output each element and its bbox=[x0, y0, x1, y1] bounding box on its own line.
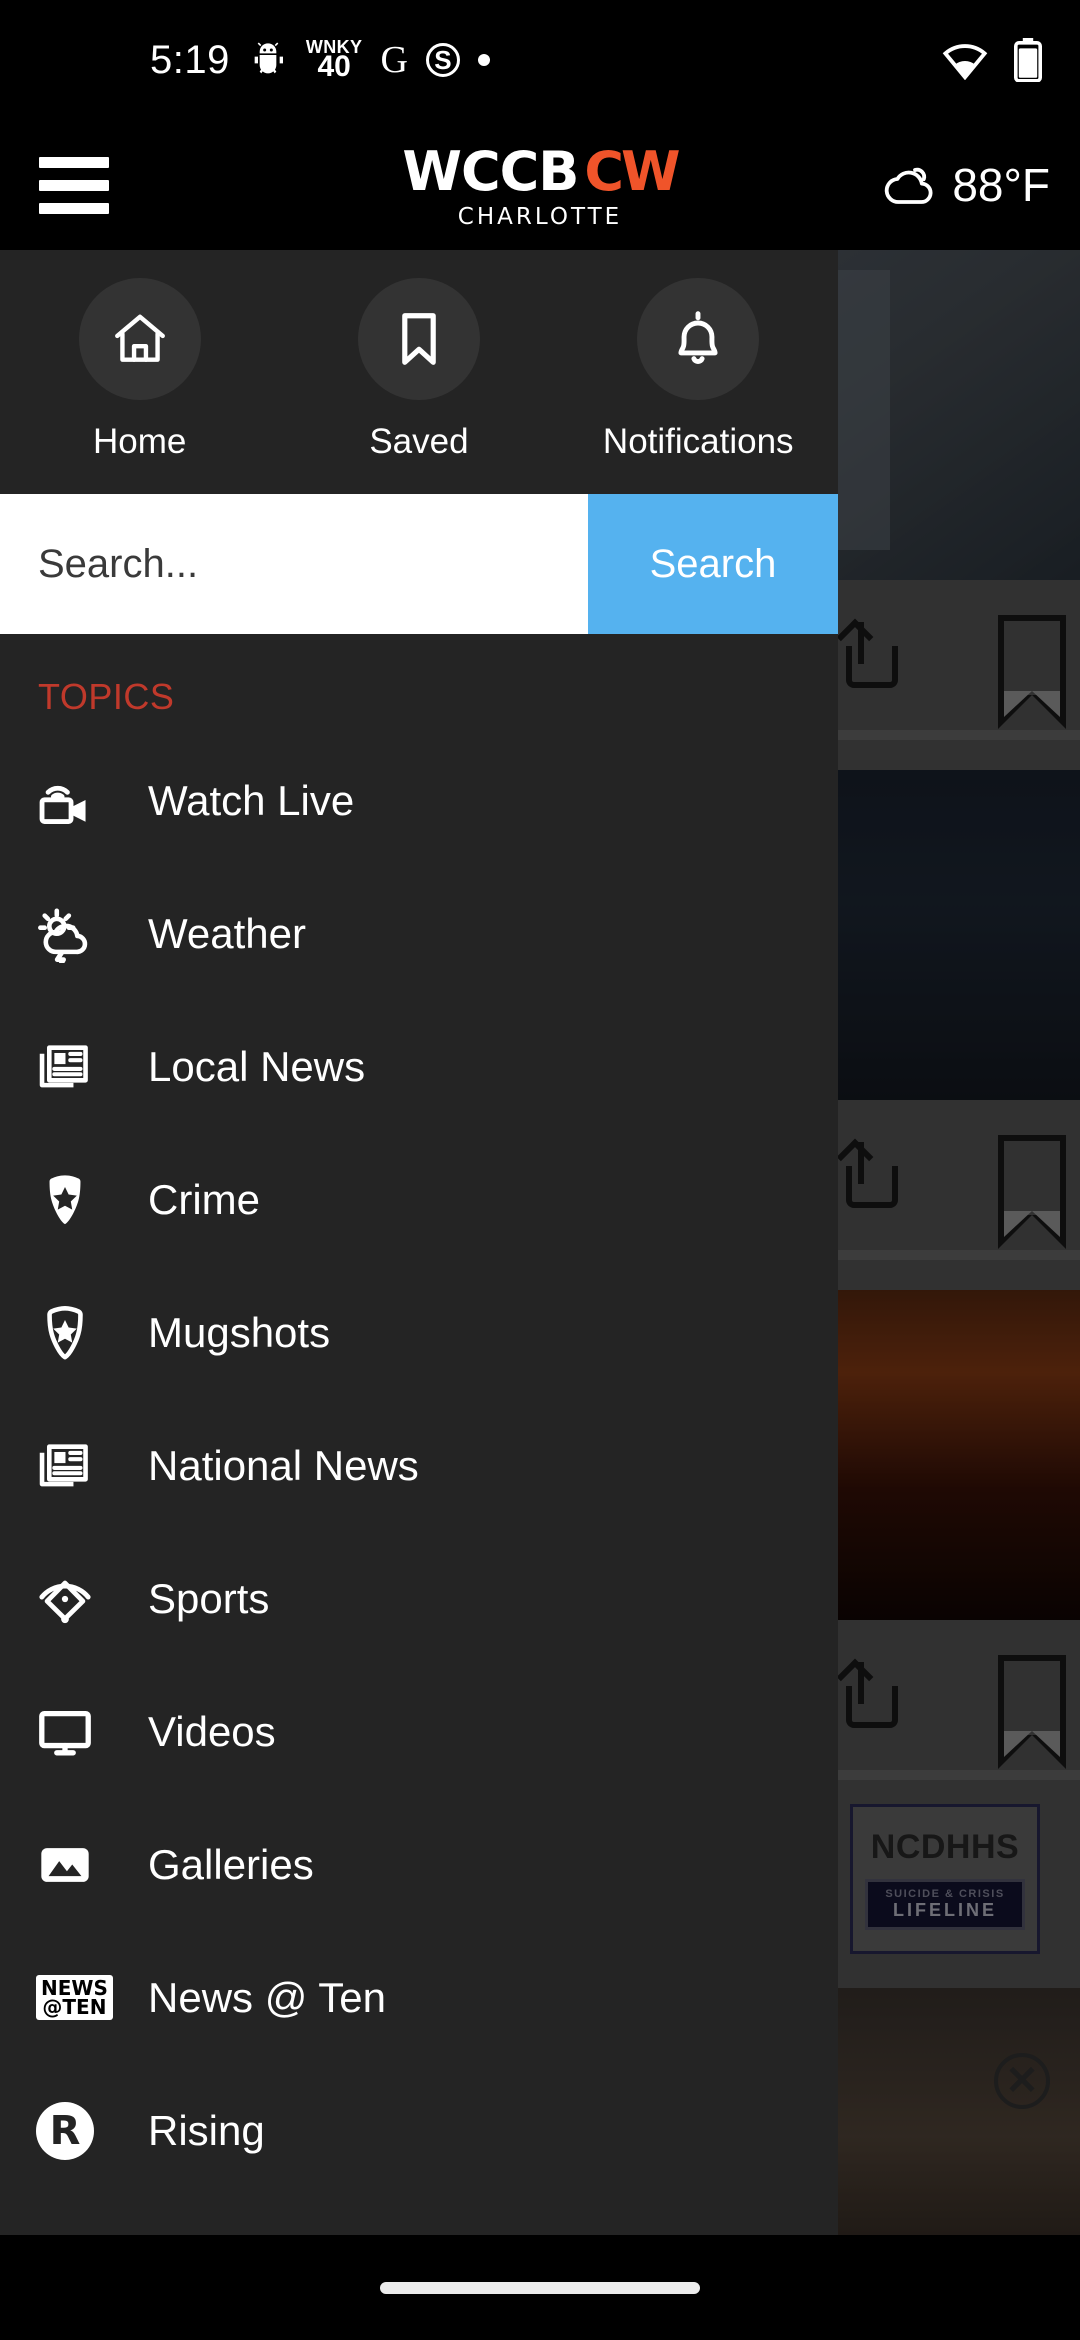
bookmark-icon bbox=[357, 278, 480, 400]
search-input[interactable] bbox=[0, 494, 588, 634]
android-bug-icon bbox=[248, 40, 288, 80]
dot-icon bbox=[477, 54, 490, 66]
news-at-ten-line2: @TEN bbox=[42, 1994, 107, 2019]
news-at-ten-logo-icon: NEWS @TEN bbox=[36, 1975, 132, 2020]
monitor-icon bbox=[36, 1703, 132, 1761]
weather-temperature: 88°F bbox=[952, 159, 1050, 211]
status-bar: 5:19 WNKY 40 G S bbox=[0, 0, 1080, 120]
brand-wccb-text: WCCB bbox=[402, 140, 579, 203]
navigation-drawer: Home Saved Notifications Search... Searc… bbox=[0, 250, 838, 2340]
menu-item-rising[interactable]: R Rising bbox=[0, 2064, 838, 2197]
menu-label: Watch Live bbox=[148, 776, 355, 824]
s-app-icon: S bbox=[425, 43, 460, 77]
menu-label: Weather bbox=[148, 909, 306, 957]
home-indicator[interactable] bbox=[380, 2281, 700, 2294]
phone-screen: 5:19 WNKY 40 G S WCCB CW CHARLOTTE 88°F … bbox=[0, 0, 1080, 2340]
system-navigation-bar bbox=[0, 2235, 1080, 2340]
quicknav-label: Saved bbox=[369, 422, 469, 461]
menu-item-crime[interactable]: Crime bbox=[0, 1133, 838, 1266]
newspaper-icon bbox=[36, 1437, 132, 1495]
google-icon: G bbox=[380, 39, 408, 81]
wnky-bottom-text: 40 bbox=[317, 50, 351, 84]
menu-label: Galleries bbox=[148, 1840, 314, 1888]
brand-cw-text: CW bbox=[584, 140, 680, 203]
menu-item-watch-live[interactable]: Watch Live bbox=[0, 734, 838, 867]
menu-item-news-at-ten[interactable]: NEWS @TEN News @ Ten bbox=[0, 1931, 838, 2064]
menu-label: National News bbox=[148, 1441, 419, 1489]
close-glyph: ✕ bbox=[1005, 2059, 1039, 2103]
baseball-diamond-icon bbox=[36, 1570, 132, 1628]
sun-cloud-lightning-icon bbox=[36, 905, 132, 963]
newspaper-icon bbox=[36, 1038, 132, 1096]
search-row: Search bbox=[0, 494, 838, 634]
menu-item-videos[interactable]: Videos bbox=[0, 1665, 838, 1798]
quicknav-label: Home bbox=[92, 422, 187, 461]
bell-icon bbox=[637, 278, 760, 400]
menu-label: Mugshots bbox=[148, 1308, 331, 1356]
weather-widget[interactable]: 88°F bbox=[882, 158, 1050, 212]
quicknav-item-notifications[interactable]: Notifications bbox=[559, 278, 838, 462]
quicknav-label: Notifications bbox=[602, 422, 794, 461]
status-bar-right bbox=[942, 38, 1042, 82]
quicknav-item-home[interactable]: Home bbox=[0, 278, 279, 462]
menu-item-galleries[interactable]: Galleries bbox=[0, 1798, 838, 1931]
menu-label: News @ Ten bbox=[148, 1973, 386, 2021]
menu-label: Videos bbox=[148, 1707, 276, 1755]
menu-item-national-news[interactable]: National News bbox=[0, 1399, 838, 1532]
menu-label: Crime bbox=[148, 1175, 260, 1223]
cloud-icon bbox=[882, 159, 938, 212]
status-bar-left: 5:19 WNKY 40 G S bbox=[150, 38, 490, 83]
police-badge-outline-icon bbox=[36, 1304, 132, 1362]
topics-heading: TOPICS bbox=[38, 676, 175, 717]
menu-label: Sports bbox=[148, 1574, 270, 1622]
rising-r-logo-icon: R bbox=[36, 2101, 132, 2160]
close-icon[interactable]: ✕ bbox=[994, 2053, 1050, 2109]
rising-badge: R bbox=[36, 2101, 94, 2160]
menu-item-weather[interactable]: Weather bbox=[0, 867, 838, 1000]
quicknav-item-saved[interactable]: Saved bbox=[279, 278, 558, 462]
live-video-camera-icon bbox=[36, 772, 132, 830]
wifi-icon bbox=[942, 40, 988, 80]
search-button[interactable]: Search bbox=[588, 494, 838, 634]
app-header: WCCB CW CHARLOTTE 88°F bbox=[0, 120, 1080, 250]
menu-item-local-news[interactable]: Local News bbox=[0, 1000, 838, 1133]
menu-item-sports[interactable]: Sports bbox=[0, 1532, 838, 1665]
topics-menu-list: Watch Live Weather Local News Crime Mugs… bbox=[0, 718, 838, 2197]
news-at-ten-badge: NEWS @TEN bbox=[36, 1975, 113, 2020]
wnky-40-icon: WNKY 40 bbox=[306, 38, 363, 84]
menu-item-mugshots[interactable]: Mugshots bbox=[0, 1266, 838, 1399]
police-badge-filled-icon bbox=[36, 1171, 132, 1229]
status-time: 5:19 bbox=[150, 37, 230, 82]
image-icon bbox=[36, 1836, 132, 1894]
home-icon bbox=[78, 278, 201, 400]
battery-icon bbox=[1014, 38, 1042, 82]
menu-label: Local News bbox=[148, 1042, 366, 1090]
menu-label: Rising bbox=[148, 2106, 265, 2154]
quick-nav-row: Home Saved Notifications bbox=[0, 250, 838, 472]
